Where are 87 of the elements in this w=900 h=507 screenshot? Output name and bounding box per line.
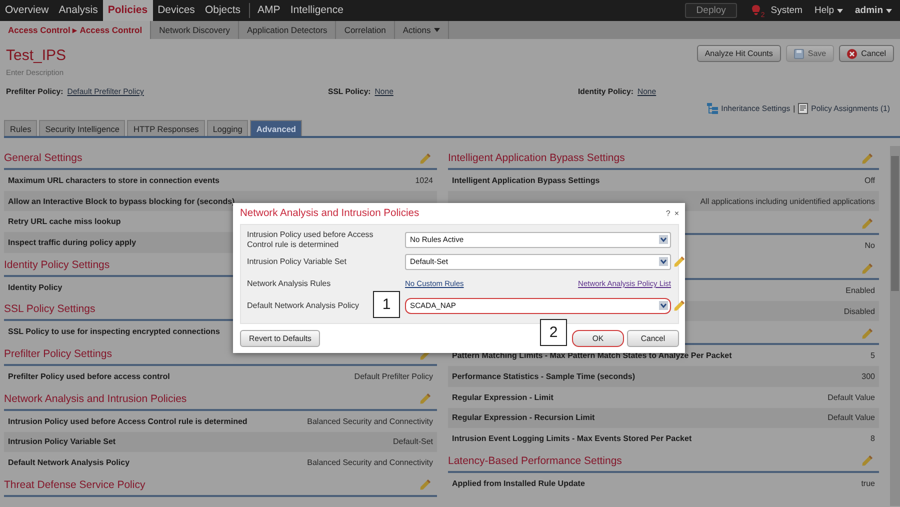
caret-icon	[659, 257, 668, 266]
step-marker: 2	[540, 319, 567, 346]
setting-label: Regular Expression - Limit	[452, 392, 554, 402]
section-heading: Threat Defense Service Policy	[4, 478, 146, 491]
setting-value: Balanced Security and Connectivity	[307, 416, 433, 426]
field-label: Intrusion Policy Variable Set	[247, 256, 346, 266]
setting-label: Retry URL cache miss lookup	[8, 217, 121, 226]
setting-value: No	[864, 241, 875, 250]
nav-link[interactable]: Help	[814, 5, 844, 16]
hierarchy-icon	[707, 103, 718, 114]
alert-icon[interactable]	[750, 5, 761, 16]
caret-icon	[659, 301, 668, 310]
section-heading: Identity Policy Settings	[4, 258, 110, 271]
caret-icon	[886, 8, 892, 12]
nav-tab[interactable]: Objects	[200, 0, 246, 21]
section-heading: Network Analysis and Intrusion Policies	[4, 392, 187, 405]
nav-link[interactable]: System	[770, 5, 802, 16]
step-marker: 1	[373, 290, 400, 318]
tab[interactable]: Advanced	[250, 120, 302, 136]
sub-nav-tab[interactable]: Access Control ▸ Access Control	[0, 21, 152, 39]
sub-nav-tab[interactable]: Actions	[394, 21, 449, 39]
section-heading: Intelligent Application Bypass Settings	[448, 152, 625, 164]
setting-label: Prefilter Policy used before access control	[8, 372, 170, 381]
scrollbar[interactable]	[890, 146, 900, 506]
deploy-button[interactable]: Deploy	[685, 3, 737, 18]
setting-value: 300	[862, 372, 875, 381]
section-heading: SSL Policy Settings	[4, 303, 96, 316]
document-icon	[798, 103, 808, 114]
setting-label: Allow an Interactive Block to bypass blocking for (seconds)	[8, 196, 235, 206]
setting-label: Intrusion Event Logging Limits - Max Events Stored Per Packet	[452, 434, 692, 444]
field-label: Intrusion Policy used before Access Control rule is determined	[247, 230, 374, 249]
policy-title: Test_IPS	[6, 47, 66, 64]
close-icon	[847, 48, 858, 58]
setting-label: Regular Expression - Recursion Limit	[452, 413, 595, 422]
setting-label: Default Network Analysis Policy	[8, 458, 130, 468]
edit-icon[interactable]	[674, 256, 685, 267]
header-button[interactable]: Analyze Hit Counts	[696, 45, 781, 62]
setting-value: 5	[870, 351, 875, 360]
tab[interactable]: Security Intelligence	[39, 120, 126, 136]
tab[interactable]: Rules	[4, 120, 38, 136]
caret-icon	[434, 28, 440, 32]
setting-value: Enabled	[846, 286, 875, 295]
field-label: Default Network Analysis Policy	[247, 300, 360, 310]
setting-value: Default Prefilter Policy	[354, 372, 433, 381]
setting-label: Intrusion Policy Variable Set	[8, 437, 116, 446]
nav-tab[interactable]: AMP	[252, 0, 286, 21]
section-heading: Latency-Based Performance Settings	[448, 454, 622, 467]
setting-value: Off	[864, 176, 875, 185]
setting-label: Pattern Matching Limits - Max Pattern Match States to Analyze Per Packet	[452, 351, 732, 360]
setting-label: Identity Policy	[8, 282, 62, 292]
help-link[interactable]: ?	[666, 209, 670, 218]
dialog-title: Network Analysis and Intrusion Policies	[240, 208, 420, 219]
setting-label: Maximum URL characters to store in connection events	[8, 176, 220, 185]
setting-value: All applications including unidentified applications	[700, 196, 875, 206]
header-button[interactable]: Cancel	[839, 45, 894, 62]
setting-value: Balanced Security and Connectivity	[307, 458, 433, 468]
sub-nav-tab[interactable]: Application Detectors	[238, 21, 336, 39]
setting-label: Applied from Installed Rule Update	[452, 478, 585, 488]
nav-tab[interactable]: Intelligence	[285, 0, 348, 21]
setting-label: Intelligent Application Bypass Settings	[452, 176, 600, 185]
setting-value: Default-Set	[392, 437, 433, 446]
setting-value: Default Value	[828, 413, 875, 422]
nav-tab[interactable]: Policies	[102, 0, 153, 21]
section-heading: Prefilter Policy Settings	[4, 348, 112, 360]
setting-value: true	[861, 478, 875, 488]
caret-icon	[659, 235, 668, 244]
edit-icon[interactable]	[674, 300, 685, 311]
setting-value: Default Value	[828, 392, 875, 402]
caret-icon	[837, 8, 844, 12]
nav-link[interactable]: admin	[855, 5, 892, 16]
section-heading: General Settings	[4, 152, 82, 164]
sub-nav-tab[interactable]: Network Discovery	[151, 21, 239, 39]
setting-label: SSL Policy to use for inspecting encrypted connections	[8, 327, 220, 336]
tab[interactable]: HTTP Responses	[127, 120, 205, 136]
setting-value: 1024	[415, 176, 433, 185]
nav-tab[interactable]: Overview	[0, 0, 54, 21]
sub-nav-tab[interactable]: Correlation	[336, 21, 395, 39]
setting-label: Intrusion Policy used before Access Control rule is determined	[8, 416, 248, 426]
setting-label: Performance Statistics - Sample Time (seconds)	[452, 372, 636, 381]
nav-tab[interactable]: Devices	[152, 0, 200, 21]
nav-tab[interactable]: Analysis	[54, 0, 103, 21]
setting-value: 8	[870, 434, 875, 444]
tab[interactable]: Logging	[206, 120, 248, 136]
setting-value: Disabled	[844, 306, 875, 316]
field-label: Network Analysis Rules	[247, 278, 331, 288]
setting-label: Inspect traffic during policy apply	[8, 238, 136, 247]
close-button[interactable]: ×	[674, 209, 679, 218]
